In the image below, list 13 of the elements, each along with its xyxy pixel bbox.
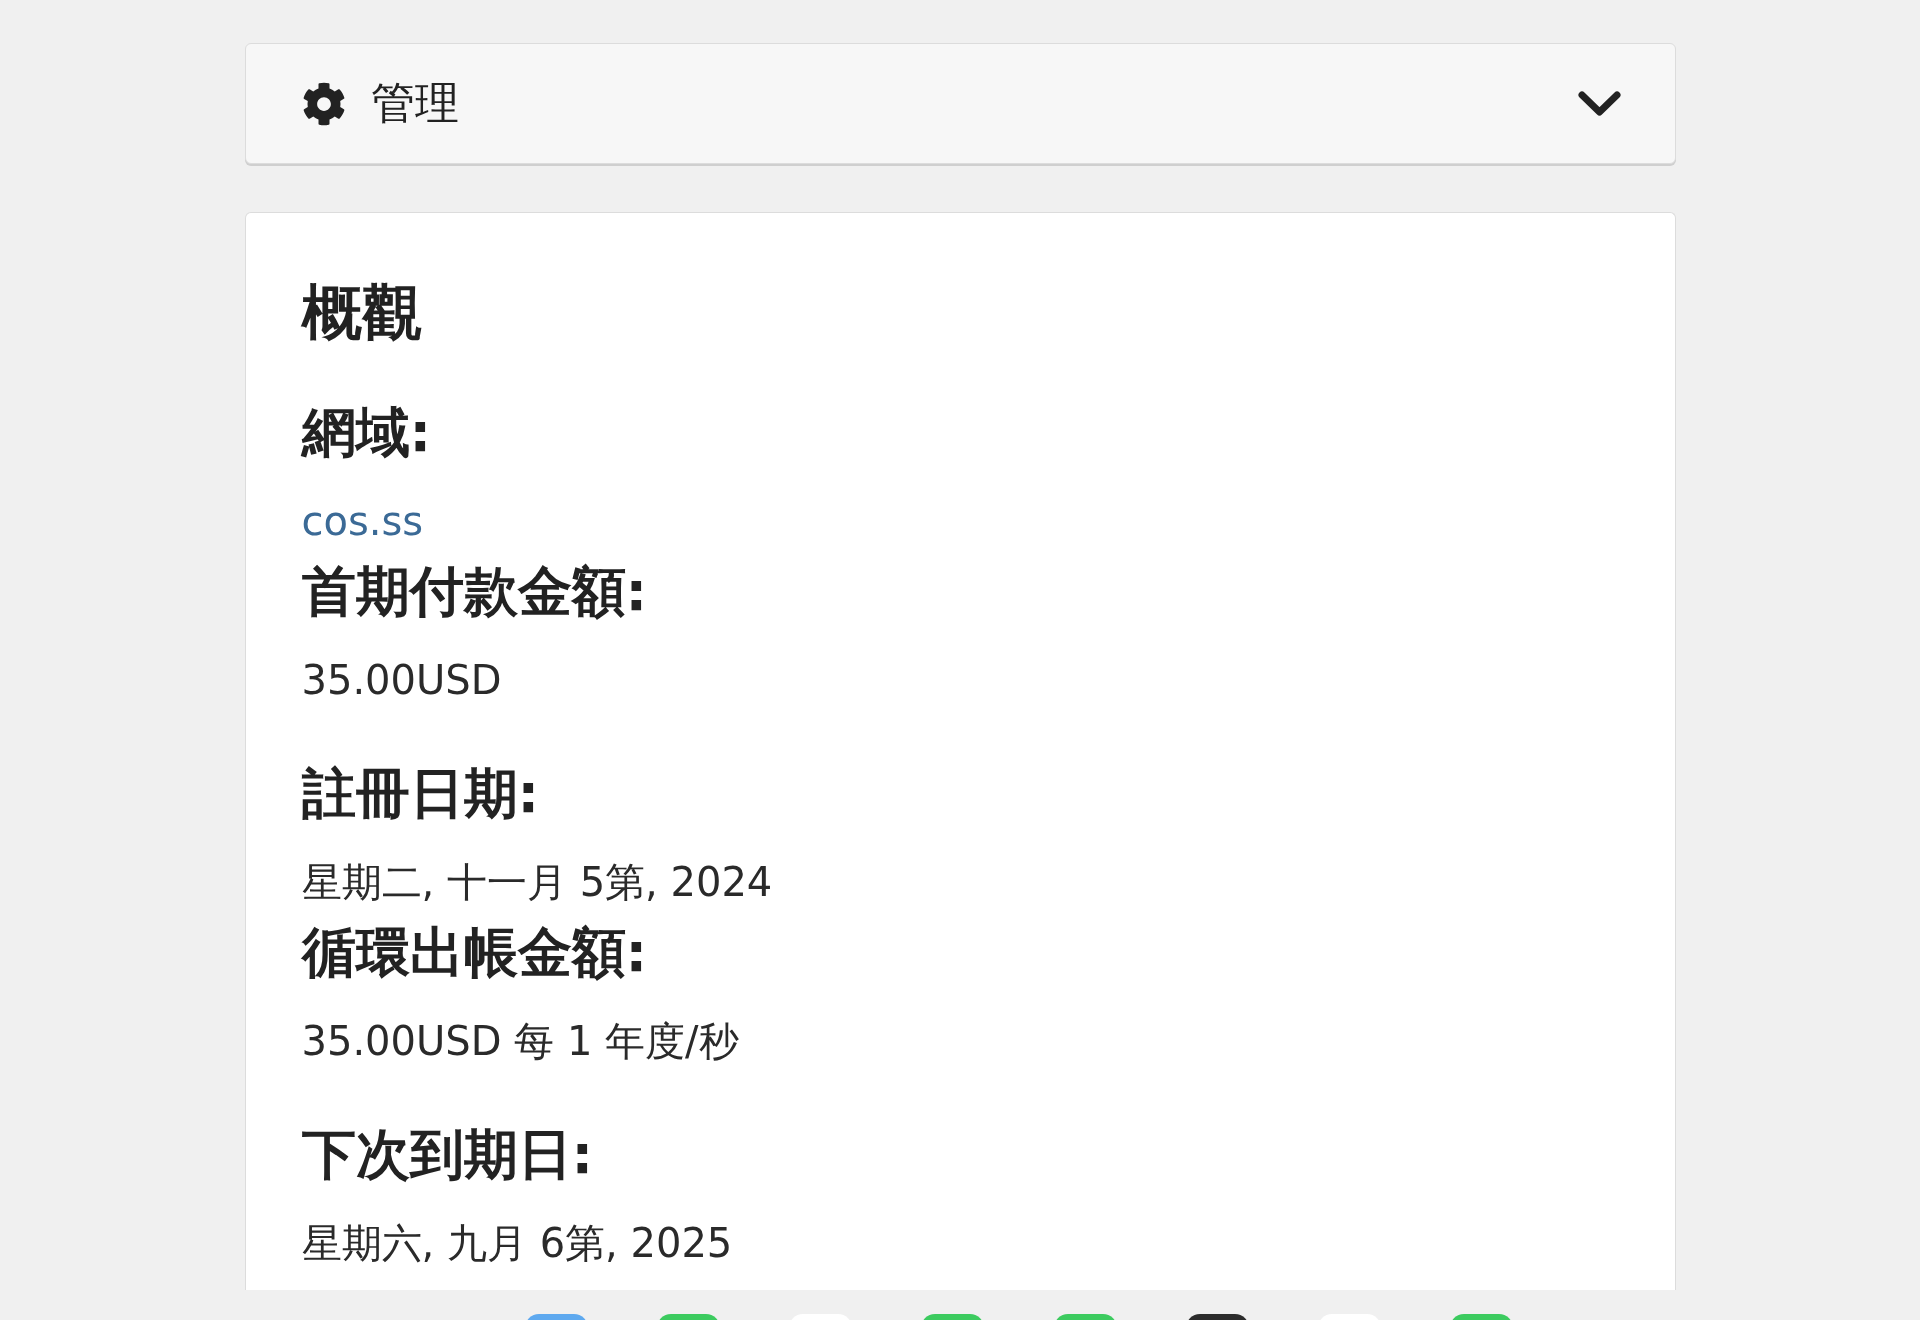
manage-panel-header[interactable]: 管理 bbox=[244, 43, 1676, 164]
field-label: 首期付款金額: bbox=[301, 560, 649, 624]
field-value: 星期二, 十一月 5第, 2024 bbox=[301, 858, 774, 907]
section-title: 概觀 bbox=[301, 276, 423, 348]
field-value: 35.00USD 每 1 年度/秒 bbox=[301, 1017, 740, 1066]
field-label: 循環出帳金額: bbox=[301, 921, 649, 985]
settings-icon bbox=[301, 81, 346, 126]
field-label: 註冊日期: bbox=[301, 762, 541, 826]
field-label: 下次到期日: bbox=[301, 1123, 595, 1187]
domain-link[interactable]: cos.ss bbox=[301, 491, 424, 551]
field-value: 35.00USD bbox=[301, 656, 503, 705]
field-label: 網域: bbox=[301, 401, 433, 465]
field-value: 星期六, 九月 6第, 2025 bbox=[301, 1219, 734, 1268]
